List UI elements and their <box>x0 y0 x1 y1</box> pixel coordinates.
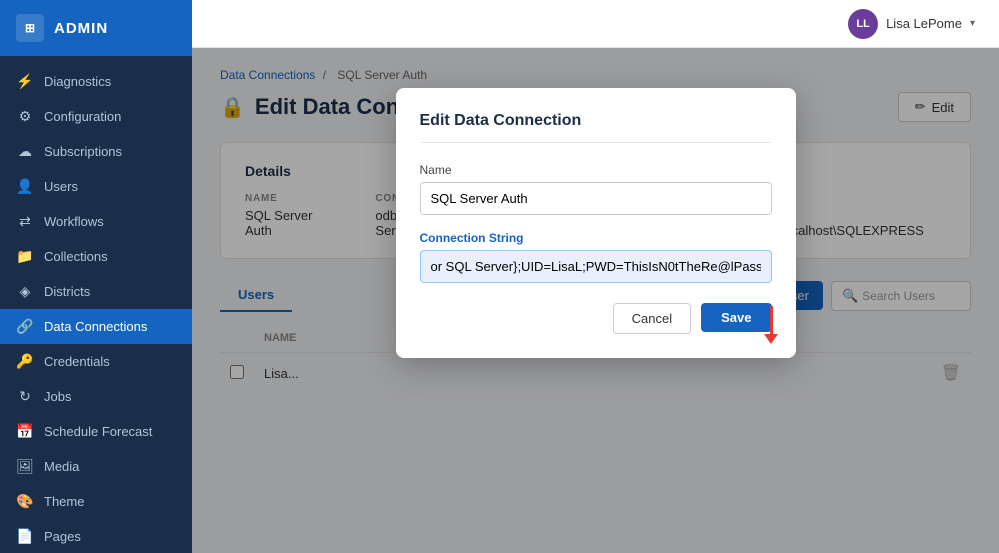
sidebar-item-subscriptions[interactable]: ☁ Subscriptions <box>0 134 192 169</box>
modal-name-input[interactable] <box>420 182 772 215</box>
data-connections-icon: 🔗 <box>16 318 34 335</box>
users-icon: 👤 <box>16 178 34 195</box>
sidebar-item-media[interactable]: 🖼 Media <box>0 449 192 484</box>
sidebar-logo: ⊞ <box>16 14 44 42</box>
sidebar-item-label: Collections <box>44 249 108 264</box>
avatar: LL <box>848 9 878 39</box>
subscriptions-icon: ☁ <box>16 143 34 160</box>
user-name: Lisa LePome <box>886 16 962 31</box>
arrow-indicator <box>764 306 778 344</box>
collections-icon: 📁 <box>16 248 34 265</box>
sidebar-item-label: Workflows <box>44 214 104 229</box>
modal-overlay: Edit Data Connection Name Connection Str… <box>192 48 999 553</box>
sidebar-item-workflows[interactable]: ⇄ Workflows <box>0 204 192 239</box>
workflows-icon: ⇄ <box>16 213 34 230</box>
sidebar-item-label: Diagnostics <box>44 74 111 89</box>
jobs-icon: ↻ <box>16 388 34 405</box>
sidebar-item-label: Theme <box>44 494 84 509</box>
sidebar-item-users[interactable]: 👤 Users <box>0 169 192 204</box>
modal-title: Edit Data Connection <box>420 112 772 143</box>
sidebar-item-collections[interactable]: 📁 Collections <box>0 239 192 274</box>
diagnostics-icon: ⚡ <box>16 73 34 90</box>
topbar: LL Lisa LePome ▾ <box>192 0 999 48</box>
sidebar-item-label: Data Connections <box>44 319 147 334</box>
sidebar-item-label: Subscriptions <box>44 144 122 159</box>
sidebar-title: ADMIN <box>54 20 108 37</box>
sidebar-nav: ⚡ Diagnostics ⚙ Configuration ☁ Subscrip… <box>0 56 192 553</box>
pages-icon: 📄 <box>16 528 34 545</box>
sidebar-item-label: Jobs <box>44 389 71 404</box>
sidebar-item-pages[interactable]: 📄 Pages <box>0 519 192 553</box>
sidebar-item-label: Users <box>44 179 78 194</box>
modal-name-label: Name <box>420 163 772 177</box>
sidebar-item-schedule-forecast[interactable]: 📅 Schedule Forecast <box>0 414 192 449</box>
sidebar: ⊞ ADMIN ⚡ Diagnostics ⚙ Configuration ☁ … <box>0 0 192 553</box>
page-content: Data Connections / SQL Server Auth 🔒 Edi… <box>192 48 999 553</box>
media-icon: 🖼 <box>16 458 34 475</box>
main-content: LL Lisa LePome ▾ Data Connections / SQL … <box>192 0 999 553</box>
cancel-button[interactable]: Cancel <box>613 303 691 334</box>
sidebar-item-diagnostics[interactable]: ⚡ Diagnostics <box>0 64 192 99</box>
credentials-icon: 🔑 <box>16 353 34 370</box>
sidebar-item-label: Districts <box>44 284 90 299</box>
sidebar-item-data-connections[interactable]: 🔗 Data Connections <box>0 309 192 344</box>
sidebar-item-districts[interactable]: ◈ Districts <box>0 274 192 309</box>
sidebar-item-jobs[interactable]: ↻ Jobs <box>0 379 192 414</box>
user-badge[interactable]: LL Lisa LePome ▾ <box>848 9 975 39</box>
arrow-shaft <box>770 306 773 334</box>
sidebar-item-configuration[interactable]: ⚙ Configuration <box>0 99 192 134</box>
modal: Edit Data Connection Name Connection Str… <box>396 88 796 358</box>
sidebar-item-label: Schedule Forecast <box>44 424 152 439</box>
configuration-icon: ⚙ <box>16 108 34 125</box>
chevron-down-icon: ▾ <box>970 18 975 29</box>
modal-actions: Cancel Save <box>420 303 772 334</box>
schedule-forecast-icon: 📅 <box>16 423 34 440</box>
sidebar-item-theme[interactable]: 🎨 Theme <box>0 484 192 519</box>
arrow-head <box>764 334 778 344</box>
sidebar-item-label: Credentials <box>44 354 110 369</box>
modal-connection-label: Connection String <box>420 231 772 245</box>
theme-icon: 🎨 <box>16 493 34 510</box>
sidebar-item-credentials[interactable]: 🔑 Credentials <box>0 344 192 379</box>
sidebar-item-label: Configuration <box>44 109 121 124</box>
districts-icon: ◈ <box>16 283 34 300</box>
sidebar-item-label: Pages <box>44 529 81 544</box>
modal-connection-input[interactable] <box>420 250 772 283</box>
sidebar-item-label: Media <box>44 459 79 474</box>
modal-name-field: Name <box>420 163 772 215</box>
save-button[interactable]: Save <box>701 303 771 332</box>
sidebar-header: ⊞ ADMIN <box>0 0 192 56</box>
modal-connection-field: Connection String <box>420 231 772 283</box>
